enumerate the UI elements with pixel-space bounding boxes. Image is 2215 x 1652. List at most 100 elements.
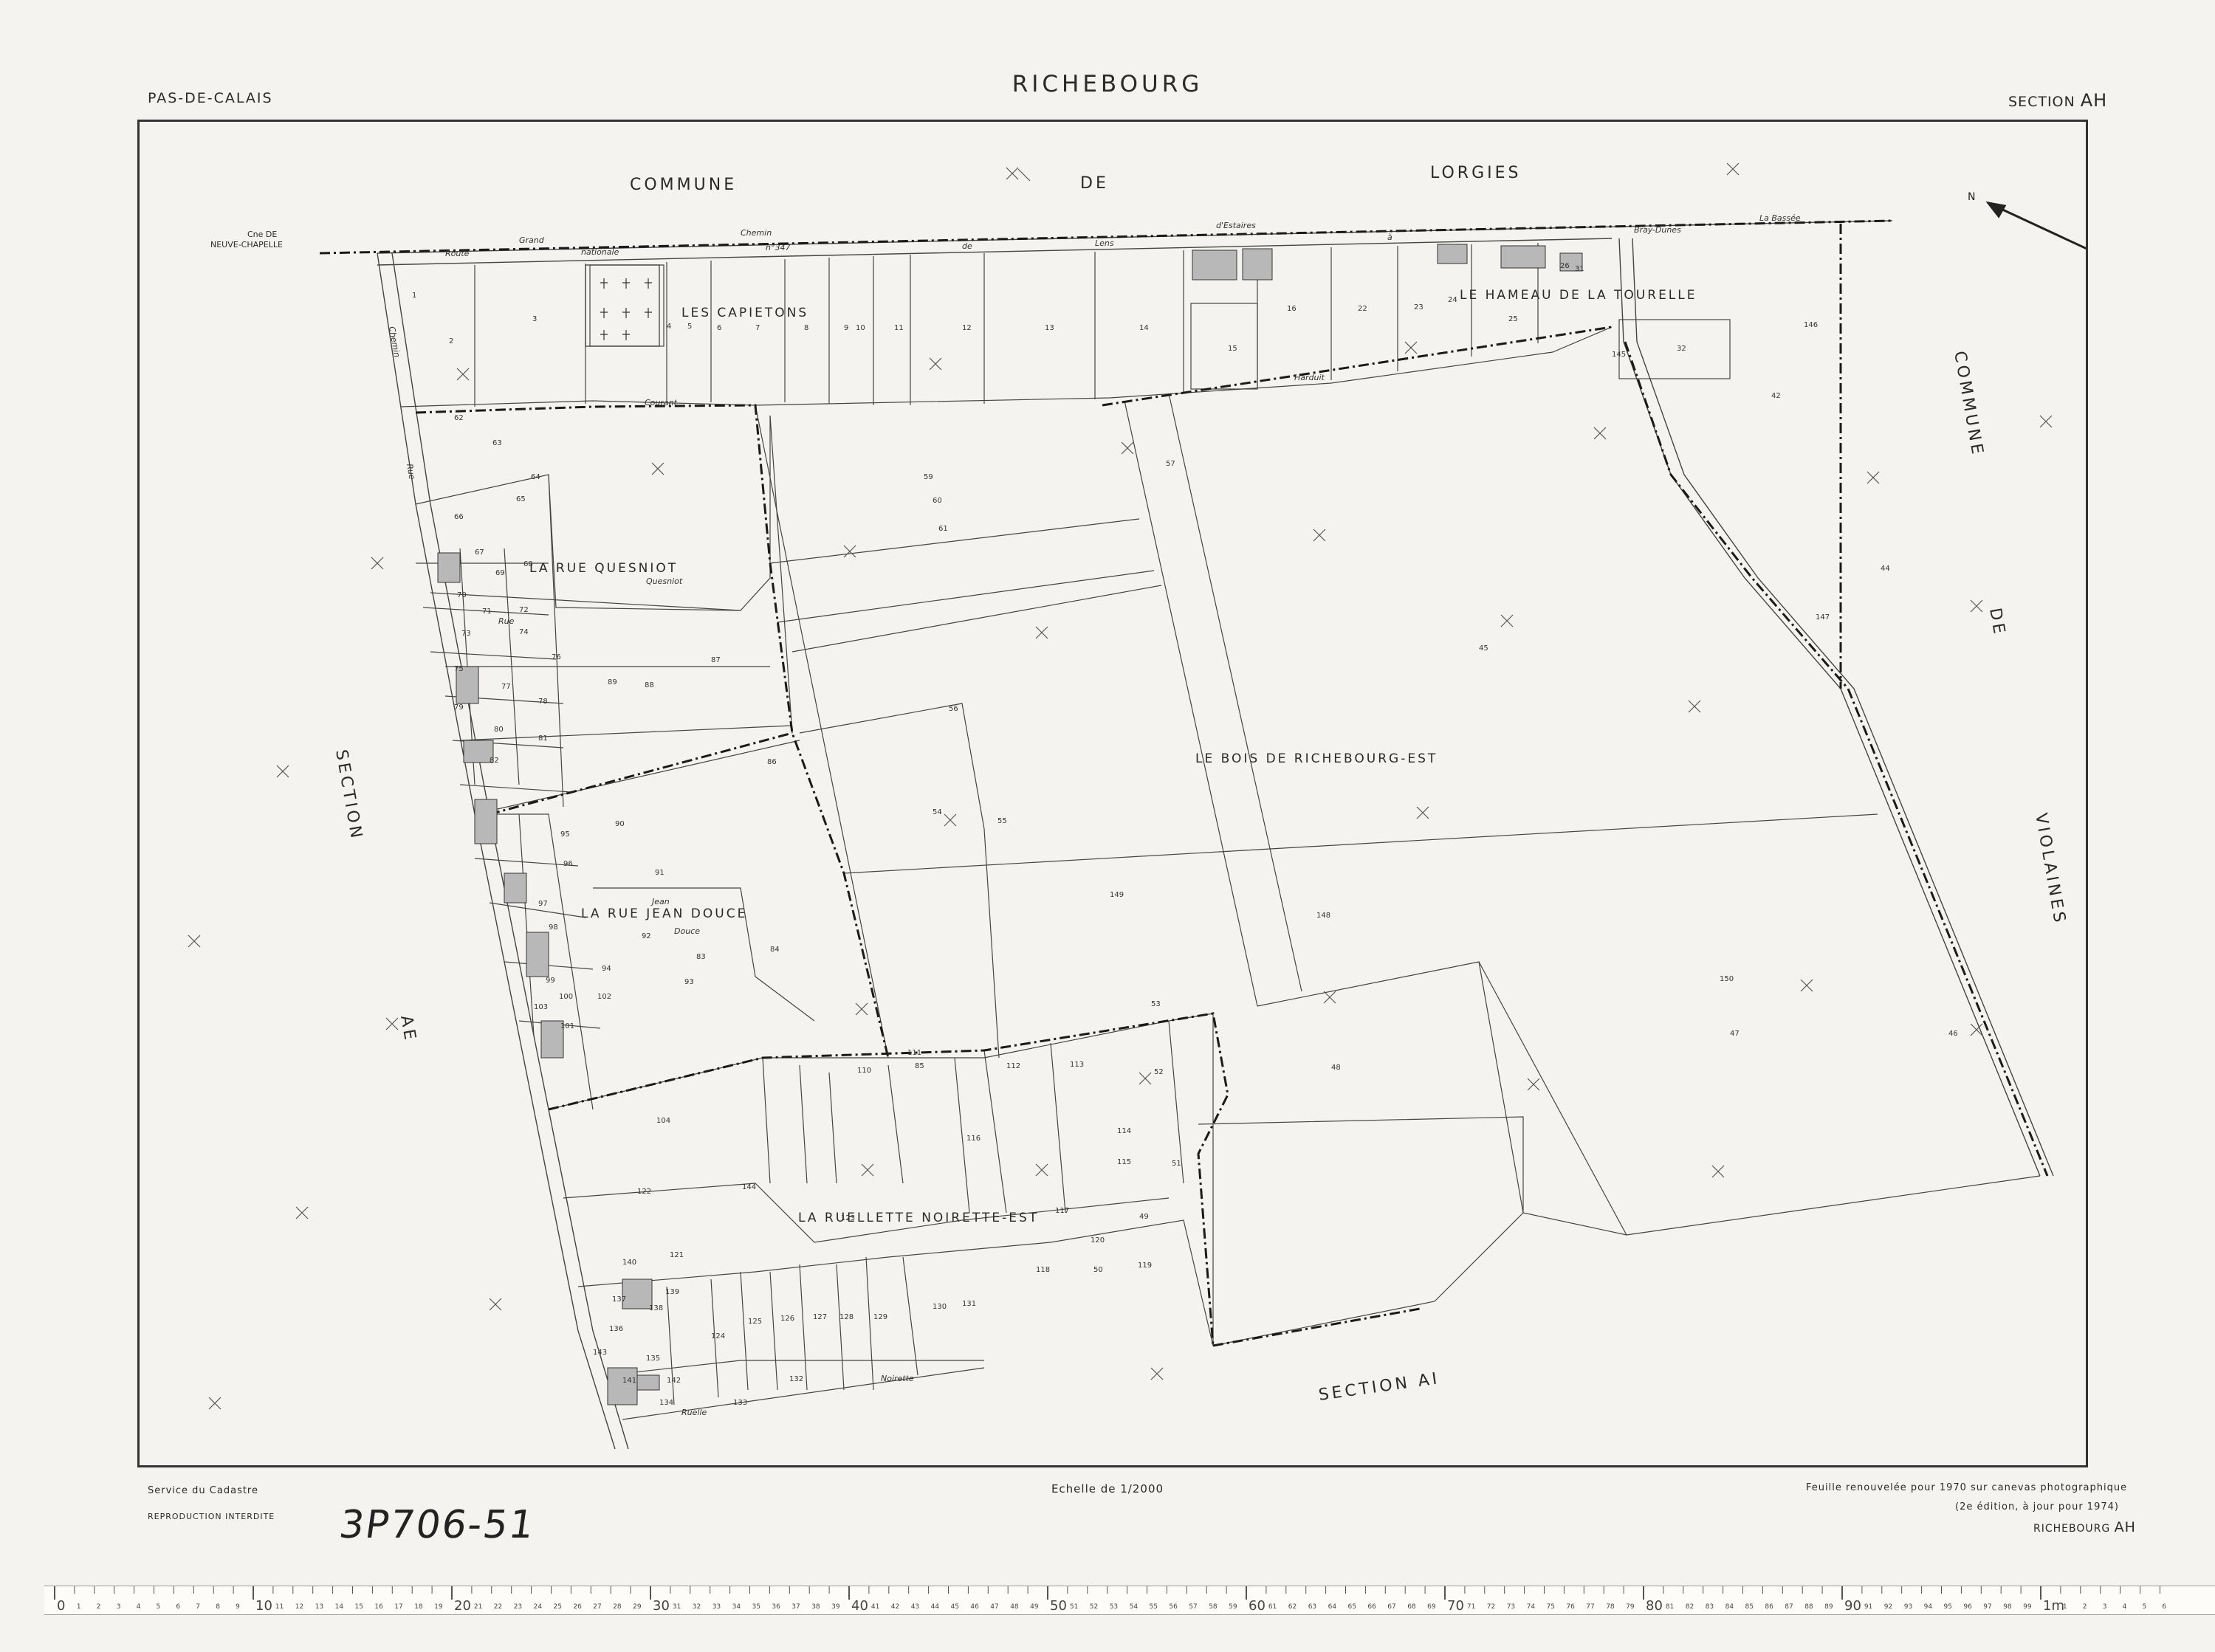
parcel-number: 76: [552, 653, 561, 661]
parcel-number: 71: [482, 608, 492, 616]
road-route-2: Grand: [519, 235, 545, 245]
ruler-tick-label: 70: [1447, 1598, 1464, 1614]
parcel-number: 49: [1139, 1213, 1149, 1221]
ruler-tick-label: 89: [1824, 1603, 1833, 1611]
ruler-tick-label: 33: [712, 1603, 721, 1611]
ruler-tick-label: 35: [752, 1603, 760, 1611]
parcel-number: 101: [560, 1022, 574, 1030]
ruler-tick-label: 22: [494, 1603, 502, 1611]
parcel-number: 145: [1612, 351, 1626, 359]
parcel-number: 98: [549, 923, 558, 932]
ruler-tick-label: 94: [1924, 1603, 1933, 1611]
ruler-tick-label: 56: [1169, 1603, 1178, 1611]
road-route-7: Lens: [1095, 238, 1114, 248]
parcel-number: 6: [717, 324, 721, 332]
ruler-tick-label: 0: [57, 1598, 65, 1614]
parcel-number: 31: [1575, 265, 1584, 273]
ruler-tick-label: 69: [1427, 1603, 1436, 1611]
ruler-tick-label: 44: [931, 1603, 940, 1611]
parcel-number: 55: [997, 817, 1007, 825]
road-route-5: n°347: [766, 243, 790, 252]
north-arrow: N: [1968, 191, 2086, 250]
parcel-number: 96: [563, 860, 573, 868]
parcel-number: 90: [615, 820, 625, 828]
parcel-number: 123: [841, 1214, 855, 1222]
cadastral-sheet: PAS-DE-CALAIS RICHEBOURG SECTION AH N CO…: [0, 0, 2215, 1652]
road-rue: Rue: [498, 616, 515, 626]
ruler-scale: 0 1 2 3 4 5 6 7 8 9 10 11 12 13 14 15 16 17 18 19 20 21 22 23 24…: [54, 1586, 2166, 1614]
ruler-tick-label: 34: [732, 1603, 741, 1611]
parcel-number: 149: [1110, 891, 1124, 899]
ruler-tick-label: 61: [1268, 1603, 1277, 1611]
parcel-number: 103: [534, 1003, 548, 1011]
parcel-number: 135: [646, 1355, 660, 1363]
ruler-tick-label: 23: [514, 1603, 522, 1611]
ruler-tick-label: 52: [1090, 1603, 1098, 1611]
ruler-tick-label: 58: [1209, 1603, 1218, 1611]
road-route-11: La Bassée: [1759, 213, 1801, 223]
parcel-number: 78: [538, 698, 548, 706]
ruler-tick-label: 97: [1983, 1603, 1991, 1611]
parcel-number: 95: [560, 830, 570, 839]
ruler-tick-label: 84: [1725, 1603, 1734, 1611]
ruler-tick-label: 14: [335, 1603, 344, 1611]
parcel-number: 68: [523, 560, 533, 568]
ruler-tick-label: 68: [1407, 1603, 1416, 1611]
parcel-number: 138: [649, 1304, 663, 1312]
footer-foot-code: AH: [2114, 1519, 2136, 1535]
parcel-number: 32: [1677, 345, 1686, 353]
ruler-tick-label: 43: [911, 1603, 919, 1611]
ruler-tick-label: 26: [573, 1603, 582, 1611]
parcel-number: 128: [839, 1313, 854, 1321]
ruler-tick-label: 9: [236, 1603, 240, 1611]
ruler-tick-label: 41: [871, 1603, 879, 1611]
parcel-number: 84: [770, 946, 780, 954]
parcel-number: 110: [857, 1067, 871, 1075]
commune-east-2: DE: [1985, 607, 2008, 639]
ruler-tick-label: 48: [1010, 1603, 1019, 1611]
parcel-number: 136: [609, 1325, 623, 1333]
ruler-tick-label: 19: [434, 1603, 443, 1611]
parcel-number: 131: [962, 1300, 976, 1308]
parcel-number: 133: [733, 1399, 747, 1407]
parcel-number: 126: [780, 1315, 794, 1323]
section-south: SECTION AI: [1317, 1369, 1440, 1405]
road-courant: Courant: [645, 398, 678, 407]
ruler-tick-label: 6: [176, 1603, 180, 1611]
parcel-number: 13: [1045, 324, 1054, 332]
parcel-number: 142: [667, 1377, 681, 1385]
locality-bois: LE BOIS DE RICHEBOURG-EST: [1195, 751, 1438, 766]
parcel-number: 116: [966, 1135, 981, 1143]
section-code: AH: [2080, 90, 2108, 111]
parcel-number: 53: [1151, 1000, 1161, 1008]
locality-tourelle: LE HAMEAU DE LA TOURELLE: [1460, 288, 1697, 303]
measuring-ruler: 0 1 2 3 4 5 6 7 8 9 10 11 12 13 14 15 16 17 18 19 20 21 22 23 24…: [44, 1586, 2215, 1615]
ruler-tick-label: 60: [1249, 1598, 1266, 1614]
ruler-tick-label: 49: [1030, 1603, 1039, 1611]
ruler-tick-label: 50: [1050, 1598, 1067, 1614]
ruler-tick-label: 71: [1467, 1603, 1475, 1611]
ruler-tick-label: 81: [1666, 1603, 1674, 1611]
ruler-tick-label: 28: [613, 1603, 622, 1611]
parcel-number: 15: [1228, 345, 1237, 353]
ruler-tick-label: 99: [2023, 1603, 2032, 1611]
parcel-number: 140: [622, 1259, 636, 1267]
ruler-tick-label: 10: [255, 1598, 272, 1614]
parcel-numbers: 1234 5 6 7 8 9 10 11 12 13 141516 22 23242526 3132424…: [412, 262, 1958, 1407]
road-douce: Douce: [674, 926, 700, 936]
parcel-number: 144: [742, 1183, 756, 1191]
parcel-number: 8: [804, 324, 808, 332]
ruler-tick-label: 64: [1328, 1603, 1337, 1611]
parcel-number: 93: [684, 978, 694, 986]
parcel-number: 94: [602, 965, 611, 973]
ruler-tick-label: 12: [295, 1603, 303, 1611]
section-label: SECTION: [2008, 94, 2075, 110]
parcel-number: 67: [475, 548, 484, 557]
ruler-tick-label: 31: [673, 1603, 681, 1611]
parcel-number: 118: [1036, 1266, 1050, 1274]
ruler-tick-label: 86: [1765, 1603, 1773, 1611]
parcel-number: 9: [844, 324, 848, 332]
ruler-tick-label: 42: [891, 1603, 899, 1611]
parcel-number: 59: [924, 473, 933, 481]
buildings: [437, 244, 1583, 1405]
